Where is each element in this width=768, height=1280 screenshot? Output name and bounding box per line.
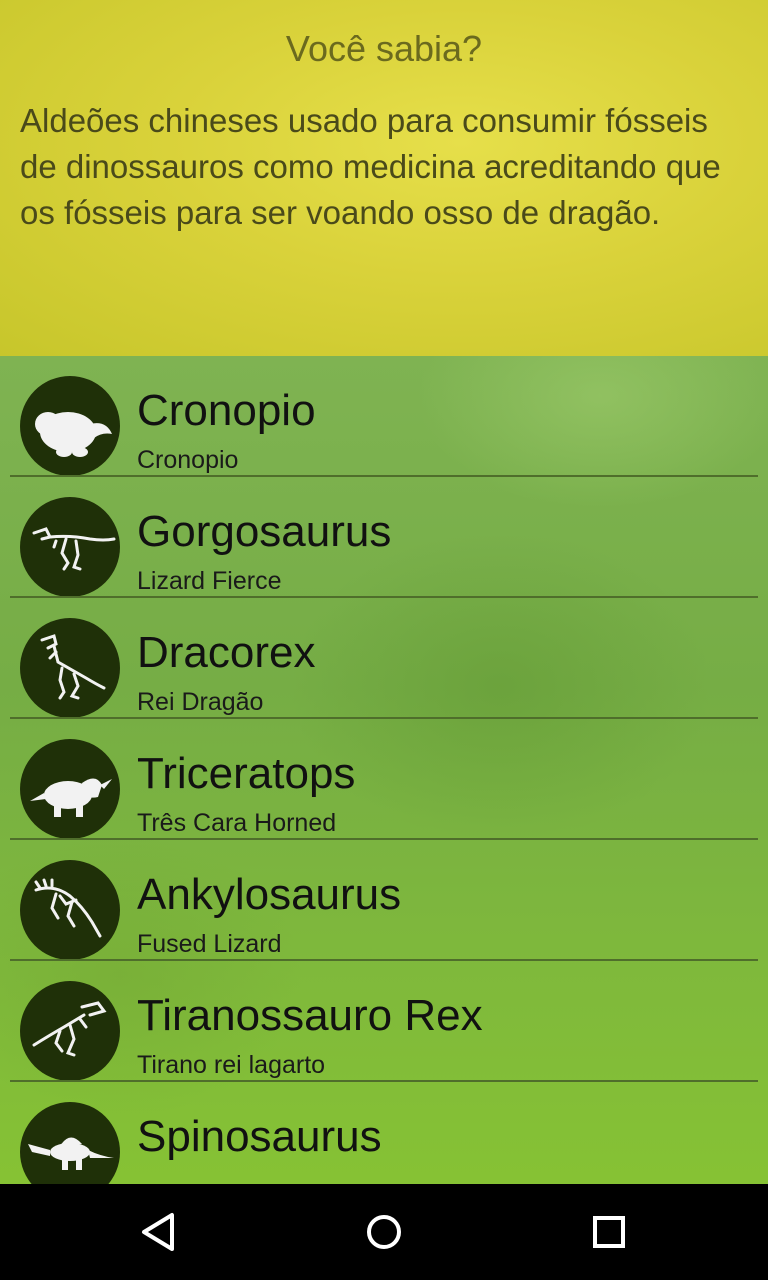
spinosaurus-silhouette-icon: [20, 1102, 120, 1184]
dinosaur-meaning: Três Cara Horned: [137, 809, 337, 837]
list-item-spinosaurus[interactable]: Spinosaurus: [0, 1082, 768, 1184]
ankylosaurus-skeleton-icon: [20, 860, 120, 960]
list-item-cronopio[interactable]: Cronopio Cronopio: [0, 356, 768, 477]
back-triangle-icon[interactable]: [134, 1207, 184, 1257]
list-item-gorgosaurus[interactable]: Gorgosaurus Lizard Fierce: [0, 477, 768, 598]
recents-square-icon[interactable]: [584, 1207, 634, 1257]
dinosaur-name: Dracorex: [137, 628, 316, 677]
trex-skeleton-icon: [20, 981, 120, 1081]
dinosaur-list: Cronopio Cronopio Gorgosaurus Lizard Fie…: [0, 356, 768, 1184]
fact-title: Você sabia?: [285, 28, 483, 69]
dracorex-skeleton-icon: [20, 618, 120, 718]
dinosaur-name: Spinosaurus: [137, 1112, 382, 1161]
list-item-ankylosaurus[interactable]: Ankylosaurus Fused Lizard: [0, 840, 768, 961]
fact-text: Aldeões chineses usado para consumir fós…: [20, 102, 721, 231]
dinosaur-meaning: Lizard Fierce: [137, 567, 282, 595]
dinosaur-meaning: Tirano rei lagarto: [137, 1051, 326, 1079]
dinosaur-meaning: Rei Dragão: [137, 688, 264, 716]
home-circle-icon[interactable]: [359, 1207, 409, 1257]
cronopio-silhouette-icon: [20, 376, 120, 476]
triceratops-silhouette-icon: [20, 739, 120, 839]
dinosaur-name: Cronopio: [137, 386, 316, 435]
gorgosaurus-skeleton-icon: [20, 497, 120, 597]
dinosaur-name: Gorgosaurus: [137, 507, 392, 556]
dinosaur-meaning: Fused Lizard: [137, 930, 282, 958]
list-item-tiranossauro-rex[interactable]: Tiranossauro Rex Tirano rei lagarto: [0, 961, 768, 1082]
list-item-triceratops[interactable]: Triceratops Três Cara Horned: [0, 719, 768, 840]
dinosaur-name: Tiranossauro Rex: [137, 991, 483, 1040]
system-navigation-bar: [0, 1184, 768, 1280]
dinosaur-name: Triceratops: [137, 749, 356, 798]
did-you-know-panel: Você sabia? Aldeões chineses usado para …: [0, 0, 768, 356]
list-item-dracorex[interactable]: Dracorex Rei Dragão: [0, 598, 768, 719]
dinosaur-name: Ankylosaurus: [137, 870, 402, 919]
dinosaur-meaning: Cronopio: [137, 446, 239, 474]
